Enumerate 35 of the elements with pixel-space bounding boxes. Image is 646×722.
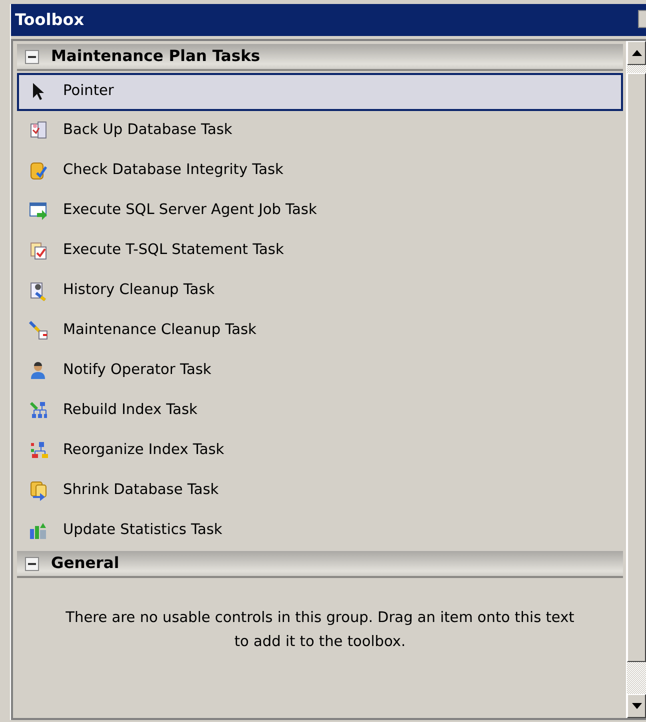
database-icon: [29, 481, 49, 501]
toolbox-item[interactable]: Check Database Integrity Task: [17, 151, 623, 191]
chart-icon: [29, 521, 49, 541]
group-header[interactable]: General: [17, 551, 623, 578]
group-title: Maintenance Plan Tasks: [51, 46, 260, 67]
window-title: Toolbox: [11, 4, 646, 36]
collapse-icon[interactable]: [25, 50, 39, 64]
down-arrow-icon: [632, 703, 642, 709]
empty-group-message: There are no usable controls in this group. Drag an item onto this text to add it to the toolbox.: [66, 610, 574, 650]
group-header[interactable]: Maintenance Plan Tasks: [17, 44, 623, 71]
scrollbar[interactable]: [626, 41, 646, 718]
collapse-icon[interactable]: [25, 556, 39, 570]
document-icon: [29, 241, 49, 261]
scroll-down-button[interactable]: [627, 694, 646, 718]
toolbox-item[interactable]: Reorganize Index Task: [17, 431, 623, 471]
brush-icon: [29, 321, 49, 341]
toolbox-item[interactable]: Notify Operator Task: [17, 351, 623, 391]
toolbox-item[interactable]: Execute SQL Server Agent Job Task: [17, 191, 623, 231]
toolbox-item[interactable]: Update Statistics Task: [17, 511, 623, 551]
group-title: General: [51, 552, 120, 574]
scroll-up-button[interactable]: [627, 41, 646, 65]
toolbox-item[interactable]: Rebuild Index Task: [17, 391, 623, 431]
hierarchy-icon: [29, 441, 49, 461]
toolbox-item[interactable]: Back Up Database Task: [17, 111, 623, 151]
document-icon: [29, 281, 49, 301]
toolbox-item[interactable]: Pointer: [17, 73, 623, 111]
toolbox-item[interactable]: History Cleanup Task: [17, 271, 623, 311]
window-icon: [29, 201, 49, 221]
document-icon: [29, 121, 49, 141]
up-arrow-icon: [632, 50, 642, 56]
toolbox-item[interactable]: Execute T-SQL Statement Task: [17, 231, 623, 271]
hierarchy-icon: [29, 401, 49, 421]
toolbox-item[interactable]: Shrink Database Task: [17, 471, 623, 511]
toolbox-item[interactable]: Maintenance Cleanup Task: [17, 311, 623, 351]
database-icon: [29, 161, 49, 181]
